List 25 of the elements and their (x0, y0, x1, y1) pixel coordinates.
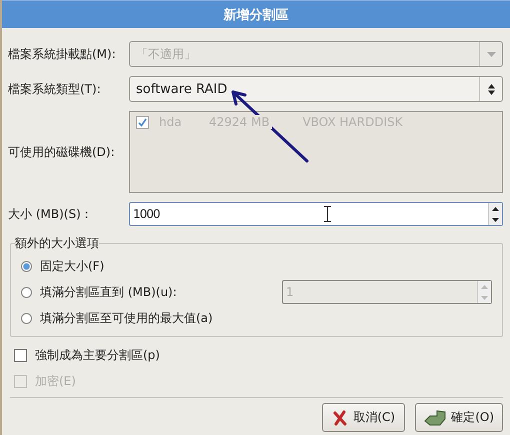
fs-type-combo[interactable]: software RAID (129, 76, 503, 102)
up-arrow-icon[interactable] (492, 206, 499, 210)
radio-button[interactable] (21, 286, 32, 298)
cross-icon (332, 410, 348, 426)
radio-label: 固定大小(F) (40, 258, 106, 274)
checkbox-label: 加密(E) (35, 372, 76, 390)
checkbox[interactable] (14, 348, 27, 362)
radio-button[interactable] (21, 312, 32, 324)
frame-title: 額外的大小選項 (15, 235, 99, 252)
updown-icon (488, 84, 494, 94)
radio-label: 填滿分割區直到 (MB)(u): (40, 284, 178, 300)
size-spinbox[interactable]: 1000 (129, 202, 503, 226)
field-label: 可使用的磁碟機(D): (8, 144, 116, 160)
field-label: 檔案系統掛載點(M): (8, 46, 117, 62)
text-cursor-icon (324, 206, 331, 222)
dropdown-icon (486, 52, 496, 56)
down-arrow-icon[interactable] (492, 218, 499, 222)
radio-button[interactable] (21, 260, 32, 272)
cancel-button[interactable]: 取消(C) (322, 403, 406, 432)
field-label: 大小 (MB)(S)： (8, 206, 94, 222)
window-title: 新增分割區 (224, 6, 288, 24)
checkbox-label: 強制成為主要分割區(p) (35, 346, 160, 364)
ok-button[interactable]: 確定(O) (415, 403, 503, 432)
radio-label: 填滿分割區至可使用的最大值(a) (40, 310, 214, 326)
field-label: 檔案系統類型(T): (8, 80, 102, 98)
